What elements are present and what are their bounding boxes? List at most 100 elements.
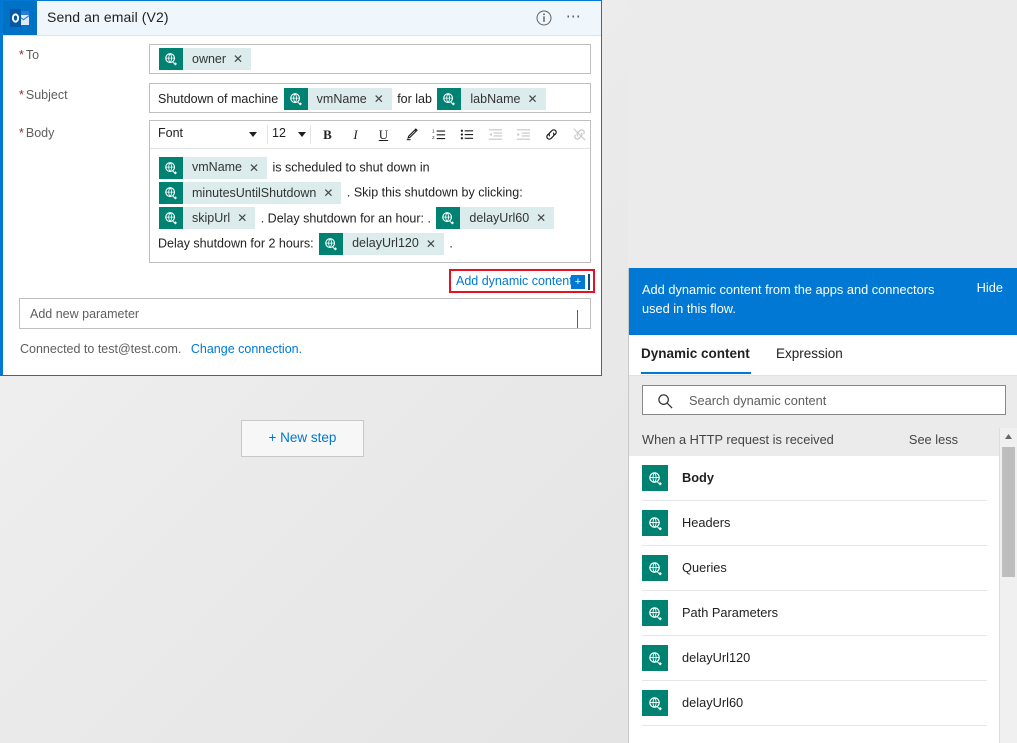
token-chip-skipurl[interactable]: skipUrl ✕: [159, 207, 256, 230]
new-step-button[interactable]: + New step: [241, 420, 364, 457]
body-field-label: * Body: [19, 126, 55, 140]
http-trigger-icon: [437, 88, 462, 110]
token-chip-delayurl120[interactable]: delayUrl120 ✕: [319, 232, 444, 255]
required-asterisk: *: [19, 126, 24, 140]
token-label: vmName: [192, 160, 243, 175]
send-email-action-card: Send an email (V2) ⋯ * To owner ✕ * Subj…: [0, 0, 602, 376]
body-text-3: . Delay shutdown for an hour: .: [260, 210, 431, 225]
token-remove-icon[interactable]: ✕: [249, 162, 267, 174]
ellipsis-icon[interactable]: ⋯: [565, 9, 583, 26]
flow-canvas: Send an email (V2) ⋯ * To owner ✕ * Subj…: [0, 0, 628, 743]
token-chip-vmname[interactable]: vmName ✕: [159, 156, 268, 179]
panel-scrollbar[interactable]: [999, 428, 1017, 743]
connection-status: Connected to test@test.com. Change conne…: [20, 342, 302, 356]
http-trigger-icon: [159, 207, 183, 230]
highlight-pen-icon[interactable]: [401, 124, 422, 145]
card-title: Send an email (V2): [47, 9, 169, 25]
decrease-indent-icon[interactable]: [485, 124, 506, 145]
token-chip-minutesuntilshutdown[interactable]: minutesUntilShutdown ✕: [159, 182, 342, 205]
http-trigger-icon: [283, 88, 308, 110]
dynamic-content-panel: Add dynamic content from the apps and co…: [628, 268, 1017, 743]
token-chip-delayurl60[interactable]: delayUrl60 ✕: [436, 207, 555, 230]
add-new-parameter-dropdown[interactable]: Add new parameter: [19, 298, 591, 329]
http-trigger-icon: [642, 555, 668, 581]
list-item[interactable]: Body: [629, 456, 1017, 501]
body-content-area[interactable]: vmName ✕ is scheduled to shut down in mi…: [150, 149, 590, 262]
list-item-label: Queries: [682, 560, 727, 575]
list-item[interactable]: Headers: [629, 501, 1017, 546]
dynamic-content-list[interactable]: Body Headers Queries Path Parameters del…: [629, 456, 1017, 743]
token-chip-labname[interactable]: labName ✕: [437, 88, 546, 110]
token-chip-owner[interactable]: owner ✕: [159, 48, 252, 70]
list-item-label: delayUrl120: [682, 650, 751, 665]
token-remove-icon[interactable]: ✕: [426, 238, 444, 250]
group-header: When a HTTP request is received See less: [629, 423, 1017, 457]
search-input[interactable]: Search dynamic content: [642, 385, 1006, 415]
add-dynamic-content-label: Add dynamic content: [456, 274, 573, 288]
outlook-glyph: [10, 9, 29, 27]
scroll-up-icon[interactable]: [1000, 428, 1017, 445]
info-icon[interactable]: [536, 10, 552, 26]
font-size-dropdown[interactable]: 12: [272, 123, 306, 145]
http-trigger-icon: [642, 510, 668, 536]
font-size-value: 12: [272, 126, 286, 140]
chevron-down-icon: [298, 132, 306, 137]
body-rich-text-editor[interactable]: Font 12 B I U 12 vmName ✕ is scheduled t…: [149, 120, 591, 263]
font-family-dropdown[interactable]: Font: [155, 123, 263, 145]
search-placeholder: Search dynamic content: [689, 393, 827, 408]
list-item[interactable]: delayUrl120: [629, 636, 1017, 681]
card-header: Send an email (V2) ⋯: [3, 1, 601, 36]
token-label: vmName: [316, 92, 367, 106]
token-remove-icon[interactable]: ✕: [536, 212, 554, 224]
token-remove-icon[interactable]: ✕: [233, 53, 251, 65]
list-item[interactable]: Path Parameters: [629, 591, 1017, 636]
unlink-icon[interactable]: [569, 124, 590, 145]
http-trigger-icon: [319, 232, 344, 255]
token-remove-icon[interactable]: ✕: [527, 93, 545, 105]
search-area: Search dynamic content: [629, 376, 1017, 423]
subject-input[interactable]: Shutdown of machine vmName ✕ for lab lab…: [149, 83, 591, 113]
subject-text-1: Shutdown of machine: [158, 92, 279, 106]
increase-indent-icon[interactable]: [513, 124, 534, 145]
add-dynamic-content-button[interactable]: Add dynamic content +: [449, 269, 595, 293]
list-item-label: Headers: [682, 515, 731, 530]
subject-field-label: * Subject: [19, 88, 68, 102]
font-family-value: Font: [158, 126, 184, 140]
token-chip-vmname[interactable]: vmName ✕: [283, 88, 392, 110]
dynamic-content-banner: Add dynamic content from the apps and co…: [629, 268, 1017, 335]
token-remove-icon[interactable]: ✕: [323, 187, 341, 199]
token-label: skipUrl: [192, 210, 231, 225]
scrollbar-thumb[interactable]: [1002, 447, 1015, 577]
chevron-down-icon: [249, 132, 257, 137]
plus-icon[interactable]: +: [571, 275, 585, 289]
token-remove-icon[interactable]: ✕: [374, 93, 392, 105]
tab-dynamic-content[interactable]: Dynamic content: [641, 346, 750, 361]
divider: [642, 725, 987, 726]
to-input[interactable]: owner ✕: [149, 44, 591, 74]
http-trigger-icon: [642, 600, 668, 626]
list-item[interactable]: Queries: [629, 546, 1017, 591]
hide-button[interactable]: Hide: [977, 280, 1003, 295]
chevron-down-icon: [577, 310, 578, 328]
body-text-1: is scheduled to shut down in: [272, 160, 430, 175]
underline-icon[interactable]: U: [373, 124, 394, 145]
http-trigger-icon: [159, 48, 183, 70]
change-connection-link[interactable]: Change connection.: [191, 342, 302, 356]
italic-icon[interactable]: I: [345, 124, 366, 145]
body-text-2: . Skip this shutdown by clicking:: [346, 185, 523, 200]
tab-expression[interactable]: Expression: [776, 346, 843, 361]
list-item-label: Body: [682, 470, 714, 485]
token-label: delayUrl60: [469, 210, 530, 225]
outlook-icon: [3, 1, 37, 35]
list-item[interactable]: delayUrl60: [629, 681, 1017, 726]
token-remove-icon[interactable]: ✕: [237, 212, 255, 224]
connection-text: Connected to test@test.com.: [20, 342, 182, 356]
list-item-label: Path Parameters: [682, 605, 779, 620]
subject-text-2: for lab: [397, 92, 432, 106]
numbered-list-icon[interactable]: 12: [429, 124, 450, 145]
link-icon[interactable]: [541, 124, 562, 145]
bold-icon[interactable]: B: [317, 124, 338, 145]
bullet-list-icon[interactable]: [457, 124, 478, 145]
http-trigger-icon: [159, 182, 183, 205]
see-less-button[interactable]: See less: [909, 432, 958, 447]
